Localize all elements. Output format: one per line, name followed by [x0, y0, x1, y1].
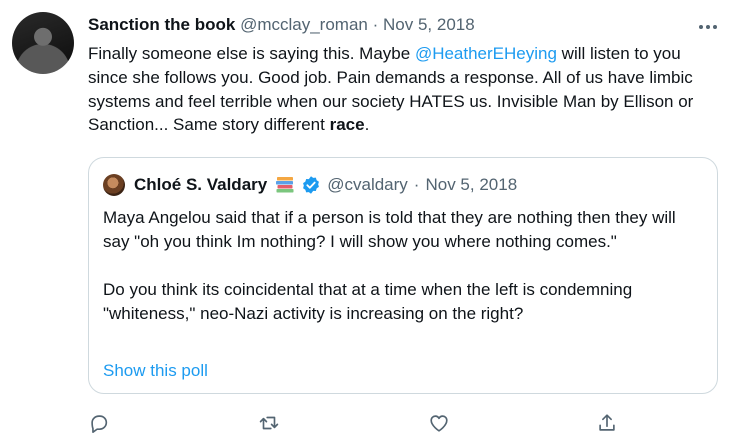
like-button[interactable] — [426, 410, 452, 436]
reply-icon — [91, 415, 108, 433]
quoted-author-handle[interactable]: @cvaldary — [327, 174, 408, 196]
tweet-date[interactable]: Nov 5, 2018 — [383, 15, 475, 34]
tweet-text: Finally someone else is saying this. May… — [88, 42, 723, 137]
tweet[interactable]: Sanction the book @mcclay_roman · Nov 5,… — [0, 0, 735, 444]
reply-button[interactable] — [86, 410, 112, 436]
verified-badge-icon — [303, 176, 320, 194]
quoted-author-name[interactable]: Chloé S. Valdary — [134, 174, 267, 196]
author-name[interactable]: Sanction the book — [88, 15, 235, 34]
tweet-text-part1: Finally someone else is saying this. May… — [88, 44, 415, 63]
header-separator: · — [372, 15, 379, 34]
like-icon — [430, 415, 448, 432]
more-options-button[interactable] — [695, 14, 721, 40]
tweet-header: Sanction the book @mcclay_roman · Nov 5,… — [88, 14, 475, 36]
retweet-icon — [259, 416, 279, 430]
author-avatar[interactable] — [12, 12, 74, 74]
share-icon — [599, 414, 615, 431]
retweet-button[interactable] — [256, 410, 282, 436]
action-bar — [86, 410, 626, 440]
more-icon — [699, 25, 717, 29]
quoted-tweet-header: Chloé S. Valdary @cvaldary · Nov 5, 2018 — [103, 174, 517, 196]
quoted-author-avatar[interactable] — [103, 174, 125, 196]
mention-link[interactable]: @HeatherEHeying — [415, 44, 557, 63]
show-poll-link[interactable]: Show this poll — [103, 359, 208, 383]
quoted-tweet-text: Maya Angelou said that if a person is to… — [103, 208, 676, 323]
share-button[interactable] — [594, 410, 620, 436]
books-emoji-icon — [276, 177, 294, 193]
author-handle[interactable]: @mcclay_roman — [240, 15, 368, 34]
quoted-tweet[interactable]: Chloé S. Valdary @cvaldary · Nov 5, 2018… — [88, 157, 718, 394]
tweet-text-bold: race — [329, 115, 365, 135]
tweet-text-end: . — [364, 115, 370, 135]
quoted-header-separator: · — [413, 175, 420, 194]
quoted-tweet-date[interactable]: Nov 5, 2018 — [425, 174, 517, 196]
